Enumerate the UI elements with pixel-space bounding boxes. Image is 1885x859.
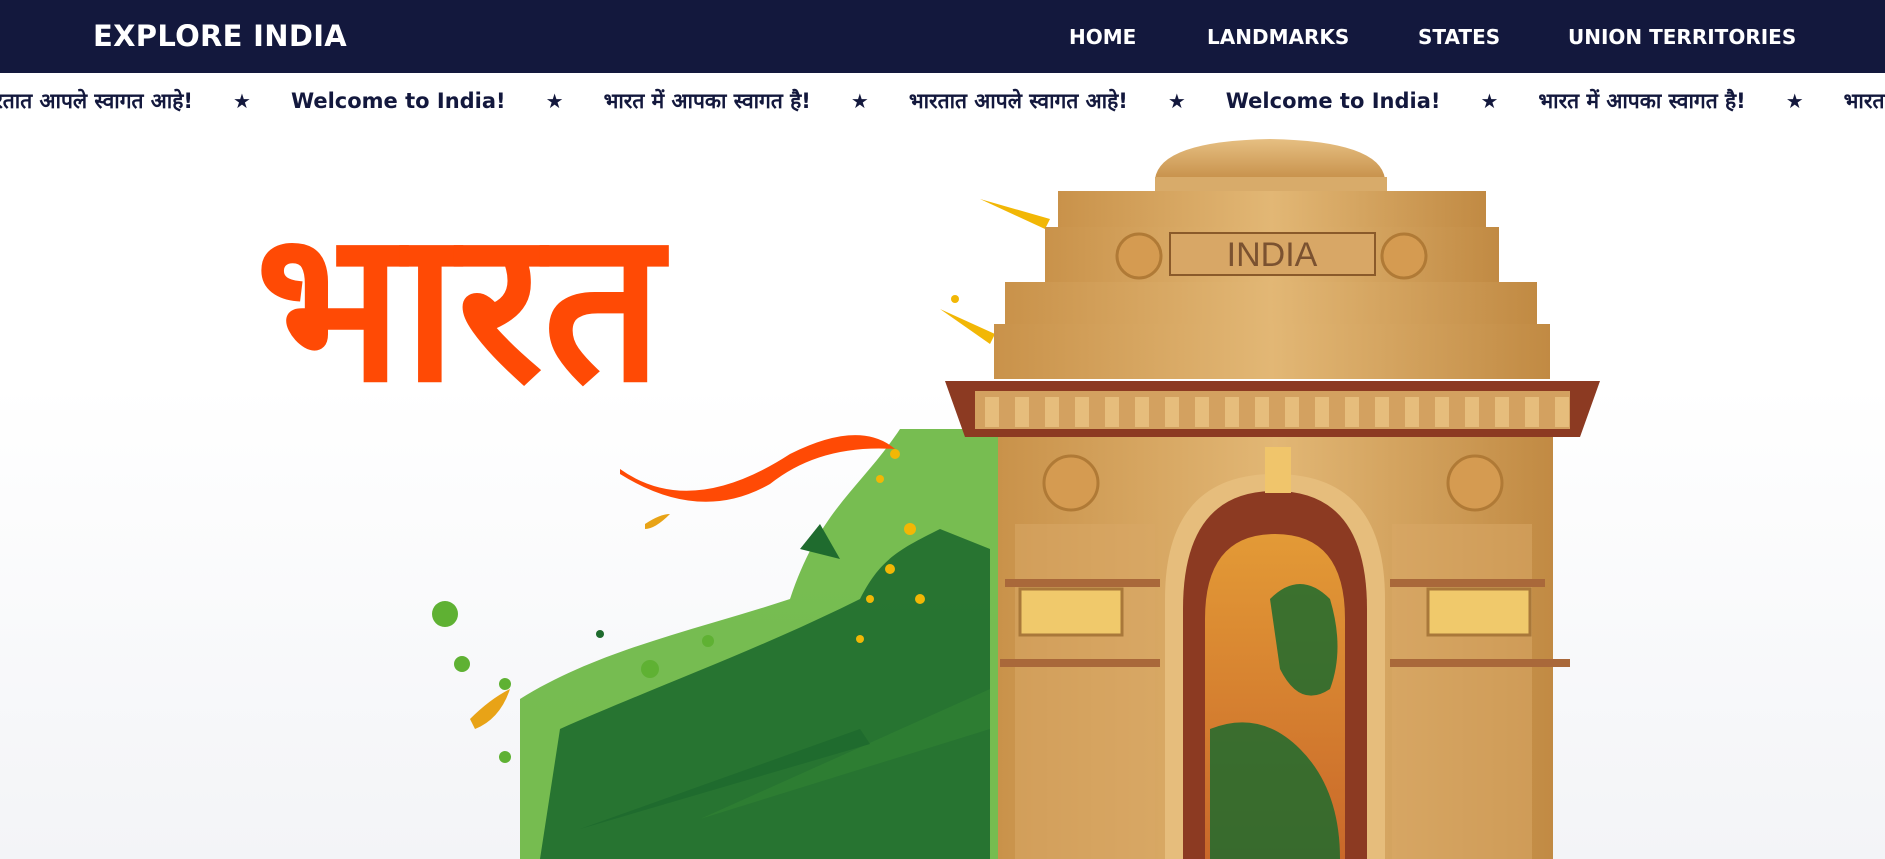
india-gate-illustration: INDIA [945, 139, 1600, 859]
ticker-item: Welcome to India! [1225, 89, 1441, 113]
star-icon: ★ [1167, 89, 1186, 113]
star-icon: ★ [850, 89, 869, 113]
hero-title: भारत [255, 182, 669, 429]
star-icon: ★ [1785, 89, 1804, 113]
hero-banner: भारत INDIA [0, 129, 1885, 859]
ticker-item: भारतात आपले स्वागत आहे! [1843, 89, 1885, 113]
welcome-ticker: भारतात आपले स्वागत आहे! ★ Welcome to Ind… [0, 73, 1885, 129]
ticker-item: भारत में आपका स्वागत है! [603, 89, 811, 113]
navbar: EXPLORE INDIA HOME LANDMARKS STATES UNIO… [0, 0, 1885, 73]
ticker-track: भारतात आपले स्वागत आहे! ★ Welcome to Ind… [0, 87, 1885, 115]
ticker-item: भारतात आपले स्वागत आहे! [0, 89, 193, 113]
ticker-item: Welcome to India! [290, 89, 506, 113]
nav-link-union-territories[interactable]: UNION TERRITORIES [1568, 25, 1796, 49]
inscription-text: INDIA [1227, 236, 1318, 274]
ticker-item: भारत में आपका स्वागत है! [1538, 89, 1746, 113]
brand-logo[interactable]: EXPLORE INDIA [93, 19, 347, 53]
nav-link-states[interactable]: STATES [1418, 25, 1500, 49]
ticker-item: भारतात आपले स्वागत आहे! [908, 89, 1128, 113]
star-icon: ★ [233, 89, 251, 113]
star-icon: ★ [1480, 89, 1499, 113]
nav-link-home[interactable]: HOME [1069, 25, 1136, 49]
star-icon: ★ [545, 89, 564, 113]
hero-illustration: भारत INDIA [255, 139, 1600, 859]
nav-link-landmarks[interactable]: LANDMARKS [1207, 25, 1349, 49]
